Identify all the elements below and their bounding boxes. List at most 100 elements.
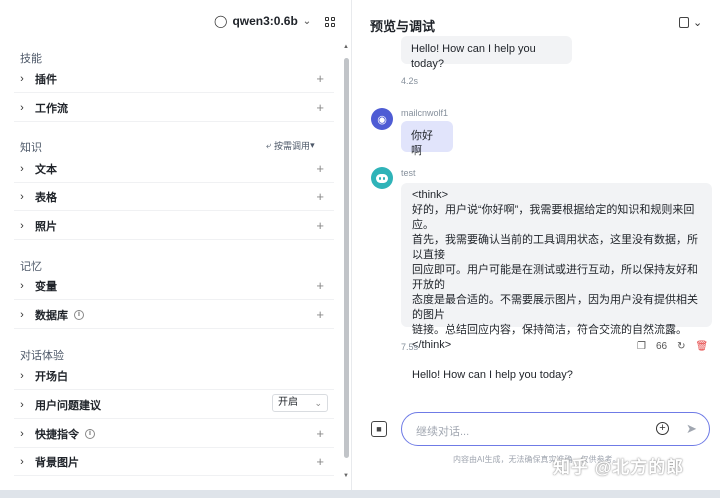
add-icon[interactable]: + bbox=[316, 454, 324, 469]
row-question-suggestions[interactable]: › 用户问题建议 开启 ⌄ bbox=[14, 391, 334, 419]
preview-menu[interactable]: ⌄ bbox=[679, 16, 702, 29]
row-shortcuts[interactable]: › 快捷指令 i + bbox=[14, 420, 334, 448]
model-selector[interactable]: ◯ qwen3:0.6b ⌄ bbox=[214, 14, 311, 28]
preview-title: 预览与调试 bbox=[370, 19, 436, 34]
row-tables[interactable]: › 表格 + bbox=[14, 183, 334, 211]
row-label: 变量 bbox=[35, 280, 57, 293]
section-title-skills: 技能 bbox=[20, 53, 42, 65]
message-line: 好的，用户说“你好啊”，我需要根据给定的知识和规则来回应。 bbox=[412, 204, 695, 231]
chevron-down-icon: ⌄ bbox=[314, 398, 322, 408]
route-icon: ⤶ bbox=[266, 140, 272, 150]
row-text[interactable]: › 文本 + bbox=[14, 155, 334, 183]
chevron-right-icon: › bbox=[20, 455, 24, 468]
message-line: 链接。总结回应内容，保持简洁，符合交流的自然流露。 bbox=[412, 324, 687, 336]
row-label: 开场白 bbox=[35, 370, 68, 383]
config-list: 技能 › 插件 + › 工作流 + 知识 ⤶ 按需调用 ▾ › 文本 + › 表… bbox=[0, 40, 342, 485]
row-variables[interactable]: › 变量 + bbox=[14, 272, 334, 300]
section-title-knowledge: 知识 bbox=[20, 142, 42, 154]
document-icon bbox=[679, 17, 689, 28]
bot-message: Hello! How can I help you today? bbox=[401, 36, 572, 70]
row-label: 用户问题建议 bbox=[35, 399, 101, 412]
clear-context-button[interactable]: ■ bbox=[371, 421, 387, 437]
chevron-right-icon: › bbox=[20, 279, 24, 292]
chevron-right-icon: › bbox=[20, 308, 24, 321]
chevron-right-icon: › bbox=[20, 427, 24, 440]
scrollbar-thumb[interactable] bbox=[344, 58, 349, 458]
bot-avatar bbox=[371, 167, 393, 189]
row-workflows[interactable]: › 工作流 + bbox=[14, 94, 334, 122]
scrollbar[interactable]: ▲ ▼ bbox=[342, 40, 350, 485]
scroll-up-icon[interactable]: ▲ bbox=[343, 44, 349, 50]
info-icon[interactable]: i bbox=[85, 428, 95, 439]
add-icon[interactable]: + bbox=[316, 100, 324, 115]
add-icon[interactable]: + bbox=[316, 278, 324, 293]
add-icon[interactable]: + bbox=[316, 189, 324, 204]
response-time: 7.5s bbox=[401, 342, 419, 352]
suggestion-select[interactable]: 开启 ⌄ bbox=[272, 394, 328, 412]
quote-count[interactable]: 66 bbox=[656, 341, 667, 352]
chevron-down-icon: ⌄ bbox=[302, 15, 312, 27]
message-line: 态度是最合适的。不需要展示图片，因为用户没有提供相关的图片 bbox=[412, 294, 698, 321]
add-icon[interactable]: + bbox=[316, 218, 324, 233]
bot-face-icon bbox=[376, 173, 388, 183]
suggestion-select-value: 开启 bbox=[278, 397, 298, 408]
user-avatar: ◉ bbox=[371, 108, 393, 130]
info-icon[interactable]: i bbox=[74, 309, 84, 320]
message-line: Hello! How can I help you today? bbox=[412, 369, 573, 381]
send-icon[interactable]: ➤ bbox=[686, 421, 697, 437]
row-label: 文本 bbox=[35, 163, 57, 176]
row-opening[interactable]: › 开场白 bbox=[14, 362, 334, 390]
delete-icon[interactable]: 🗑 bbox=[695, 341, 708, 352]
message-line: 首先，我需要确认当前的工具调用状态，这里没有数据，所以直接 bbox=[412, 234, 698, 261]
message-text: Hello! How can I help you today? bbox=[411, 43, 536, 70]
message-actions: ❐ 66 ↻ 🗑 bbox=[637, 341, 708, 352]
watermark: 知乎 @北方的郎 bbox=[553, 458, 685, 477]
robot-icon: ◯ bbox=[214, 14, 228, 28]
config-panel: ◯ qwen3:0.6b ⌄ 技能 › 插件 + › 工作流 + 知识 ⤶ 按需… bbox=[0, 0, 352, 490]
copy-icon[interactable]: ❐ bbox=[637, 341, 646, 352]
chevron-right-icon: › bbox=[20, 398, 24, 411]
add-attachment-icon[interactable]: + bbox=[656, 422, 669, 435]
chat-input[interactable]: 继续对话... + ➤ bbox=[401, 412, 710, 446]
section-title-chat: 对话体验 bbox=[20, 350, 64, 362]
chevron-down-icon: ⌄ bbox=[693, 17, 703, 29]
message-text: 你好啊 bbox=[411, 130, 433, 157]
knowledge-mode-dropdown[interactable]: ⤶ 按需调用 ▾ bbox=[266, 139, 315, 152]
knowledge-mode-label: 按需调用 bbox=[274, 141, 311, 151]
bot-message: <think> 好的，用户说“你好啊”，我需要根据给定的知识和规则来回应。 首先… bbox=[401, 183, 712, 381]
row-label: 快捷指令 bbox=[35, 428, 79, 441]
add-icon[interactable]: + bbox=[316, 161, 324, 176]
message-line bbox=[412, 353, 701, 368]
row-background-image[interactable]: › 背景图片 + bbox=[14, 448, 334, 476]
grid-icon[interactable] bbox=[325, 17, 335, 27]
chat-input-placeholder: 继续对话... bbox=[416, 426, 470, 438]
row-label: 工作流 bbox=[35, 102, 68, 115]
chevron-right-icon: › bbox=[20, 190, 24, 203]
add-icon[interactable]: + bbox=[316, 307, 324, 322]
scroll-down-icon[interactable]: ▼ bbox=[343, 473, 349, 479]
user-name: mailcnwolf1 bbox=[401, 108, 449, 118]
bot-name: test bbox=[401, 168, 416, 178]
caret-down-icon: ▾ bbox=[310, 140, 315, 150]
model-name: qwen3:0.6b bbox=[232, 14, 298, 28]
add-icon[interactable]: + bbox=[316, 71, 324, 86]
row-photos[interactable]: › 照片 + bbox=[14, 212, 334, 240]
user-message: 你好啊 bbox=[401, 121, 453, 157]
chevron-right-icon: › bbox=[20, 219, 24, 232]
config-header: ◯ qwen3:0.6b ⌄ bbox=[0, 0, 352, 44]
os-taskbar bbox=[0, 490, 720, 498]
row-label: 表格 bbox=[35, 191, 57, 204]
row-label: 插件 bbox=[35, 73, 57, 86]
response-time: 4.2s bbox=[401, 76, 419, 86]
regenerate-icon[interactable]: ↻ bbox=[677, 341, 685, 352]
preview-panel: 预览与调试 ⌄ Hello! How can I help you today?… bbox=[353, 0, 720, 490]
chevron-right-icon: › bbox=[20, 369, 24, 382]
message-line: <think> bbox=[412, 189, 449, 201]
chevron-right-icon: › bbox=[20, 101, 24, 114]
row-label: 数据库 bbox=[35, 309, 68, 322]
row-database[interactable]: › 数据库 i + bbox=[14, 301, 334, 329]
chevron-right-icon: › bbox=[20, 72, 24, 85]
add-icon[interactable]: + bbox=[316, 426, 324, 441]
row-label: 照片 bbox=[35, 220, 57, 233]
row-plugins[interactable]: › 插件 + bbox=[14, 65, 334, 93]
